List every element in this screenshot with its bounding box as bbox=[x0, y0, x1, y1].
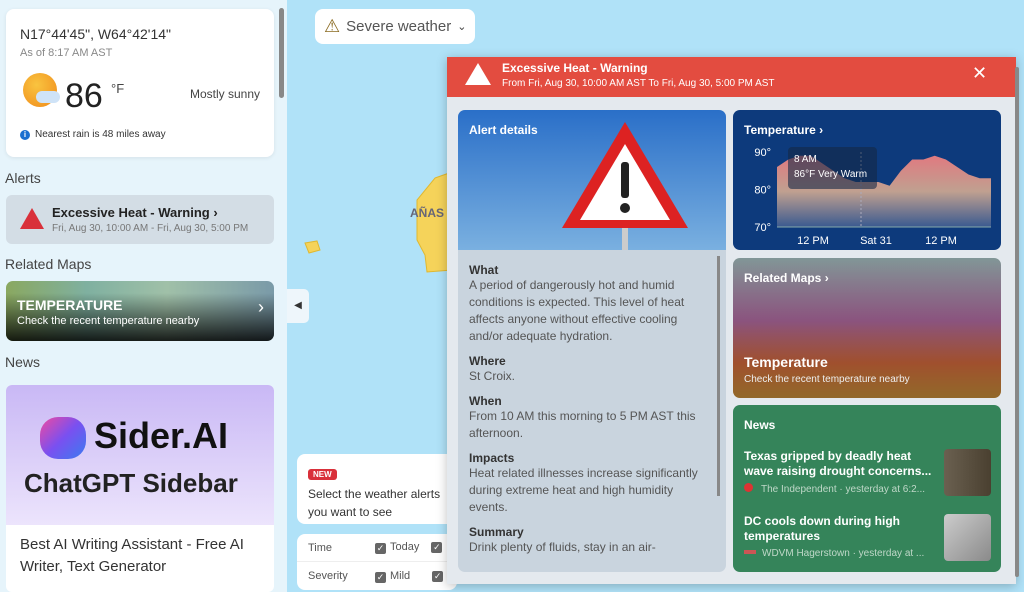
news-item[interactable]: Texas gripped by deadly heat wave raisin… bbox=[744, 449, 992, 499]
x-tick-label: 12 PM bbox=[797, 235, 829, 247]
chevron-down-icon: ⌄ bbox=[457, 21, 467, 33]
detail-text: Heat related illnesses increase signific… bbox=[469, 466, 698, 514]
chart-tooltip: 8 AM 86°F Very Warm bbox=[788, 147, 877, 189]
filter-checkbox[interactable]: ✓ bbox=[432, 570, 444, 582]
chevron-right-icon: › bbox=[258, 297, 264, 317]
ad-title[interactable]: Best AI Writing Assistant - Free AI Writ… bbox=[20, 534, 265, 578]
sidebar-scrollbar[interactable] bbox=[279, 8, 284, 98]
info-icon: i bbox=[20, 129, 30, 140]
temperature: 86 bbox=[65, 77, 103, 115]
news-item[interactable]: DC cools down during high temperatures W… bbox=[744, 514, 992, 564]
detail-heading: Summary bbox=[469, 525, 524, 539]
heat-warning-icon bbox=[465, 63, 491, 85]
source-logo-icon bbox=[744, 483, 753, 492]
alert-filters: Time ✓ Today ✓ Severity ✓ Mild ✓ bbox=[297, 534, 457, 590]
alert-details-scrollbar[interactable] bbox=[717, 256, 720, 496]
y-tick-label: 70° bbox=[754, 222, 771, 234]
y-tick-label: 90° bbox=[754, 147, 771, 159]
chevron-right-icon: › bbox=[213, 205, 218, 220]
coordinates: N17°44'45", W64°42'14" bbox=[20, 26, 172, 42]
chevron-right-icon: › bbox=[824, 271, 829, 285]
related-maps-card[interactable]: Related Maps › Temperature Check the rec… bbox=[733, 258, 1001, 398]
current-weather-card[interactable]: N17°44'45", W64°42'14" As of 8:17 AM AST… bbox=[6, 9, 274, 157]
warning-sign-icon bbox=[562, 122, 688, 250]
alert-detail-popup: Excessive Heat - Warning From Fri, Aug 3… bbox=[447, 57, 1019, 584]
detail-text: Drink plenty of fluids, stay in an air- bbox=[469, 540, 656, 554]
related-maps-heading: Related Maps bbox=[5, 256, 92, 272]
alerts-heading: Alerts bbox=[5, 170, 41, 186]
detail-text: A period of dangerously hot and humid co… bbox=[469, 278, 685, 343]
detail-text: From 10 AM this morning to 5 PM AST this… bbox=[469, 409, 696, 440]
filter-row-time: Time ✓ Today ✓ bbox=[297, 534, 457, 562]
sider-logo-icon bbox=[40, 417, 86, 459]
news-heading: News bbox=[5, 354, 41, 370]
popup-header: Excessive Heat - Warning From Fri, Aug 3… bbox=[447, 57, 1016, 97]
new-badge: NEW bbox=[308, 469, 337, 480]
news-thumbnail bbox=[944, 514, 991, 561]
x-tick-label: Sat 31 bbox=[860, 235, 892, 247]
alert-details-card: Alert details What A period of dangerousl… bbox=[458, 110, 726, 572]
filter-mild-checkbox[interactable]: ✓ Mild bbox=[375, 570, 410, 583]
detail-heading: Impacts bbox=[469, 451, 515, 465]
x-tick-label: 12 PM bbox=[925, 235, 957, 247]
news-thumbnail bbox=[944, 449, 991, 496]
filter-checkbox[interactable]: ✓ bbox=[431, 542, 443, 553]
filter-today-checkbox[interactable]: ✓ Today bbox=[375, 541, 419, 554]
map-place-label: AÑAS bbox=[410, 206, 445, 220]
warning-sign-image: Alert details bbox=[458, 110, 726, 250]
detail-heading: Where bbox=[469, 354, 506, 368]
sponsored-ad[interactable]: Sider.AI ChatGPT Sidebar Best AI Writing… bbox=[6, 385, 274, 592]
ad-banner: Sider.AI ChatGPT Sidebar bbox=[6, 385, 274, 525]
y-tick-label: 80° bbox=[754, 185, 771, 197]
severe-weather-button[interactable]: ⚠ Severe weather ⌄ bbox=[315, 9, 475, 44]
alert-item-excessive-heat[interactable]: Excessive Heat - Warning › Fri, Aug 30, … bbox=[6, 195, 274, 244]
filter-row-severity: Severity ✓ Mild ✓ bbox=[308, 569, 444, 583]
related-map-temperature[interactable]: TEMPERATURE Check the recent temperature… bbox=[6, 281, 274, 341]
warning-icon: ⚠ bbox=[324, 16, 341, 36]
cloud-icon bbox=[36, 91, 60, 103]
news-card: News Texas gripped by deadly heat wave r… bbox=[733, 405, 1001, 572]
chevron-right-icon: › bbox=[819, 123, 824, 137]
temperature-card[interactable]: Temperature › 90° 80° 70° 12 PM Sat 31 12 PM … bbox=[733, 110, 1001, 250]
detail-heading: What bbox=[469, 263, 499, 277]
popup-scrollbar[interactable] bbox=[1015, 67, 1019, 577]
heat-warning-icon bbox=[20, 208, 44, 229]
close-icon[interactable]: ✕ bbox=[972, 63, 987, 84]
alerts-tip: NEW Select the weather alerts you want t… bbox=[297, 454, 457, 524]
sidebar: N17°44'45", W64°42'14" As of 8:17 AM AST… bbox=[0, 0, 287, 592]
collapse-sidebar-button[interactable]: ◀ bbox=[287, 289, 309, 323]
source-logo-icon bbox=[744, 550, 756, 554]
detail-text: St Croix. bbox=[469, 369, 516, 383]
detail-heading: When bbox=[469, 394, 502, 408]
